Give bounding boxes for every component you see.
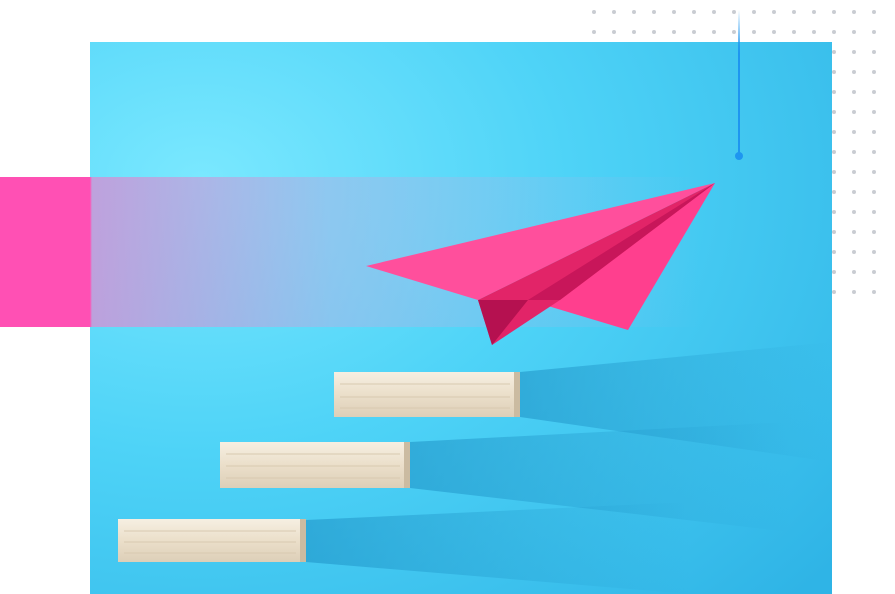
paper-airplane <box>366 183 715 345</box>
hero-illustration <box>0 0 895 594</box>
pin-dot-decoration <box>735 152 743 160</box>
pin-line-decoration <box>738 10 740 155</box>
